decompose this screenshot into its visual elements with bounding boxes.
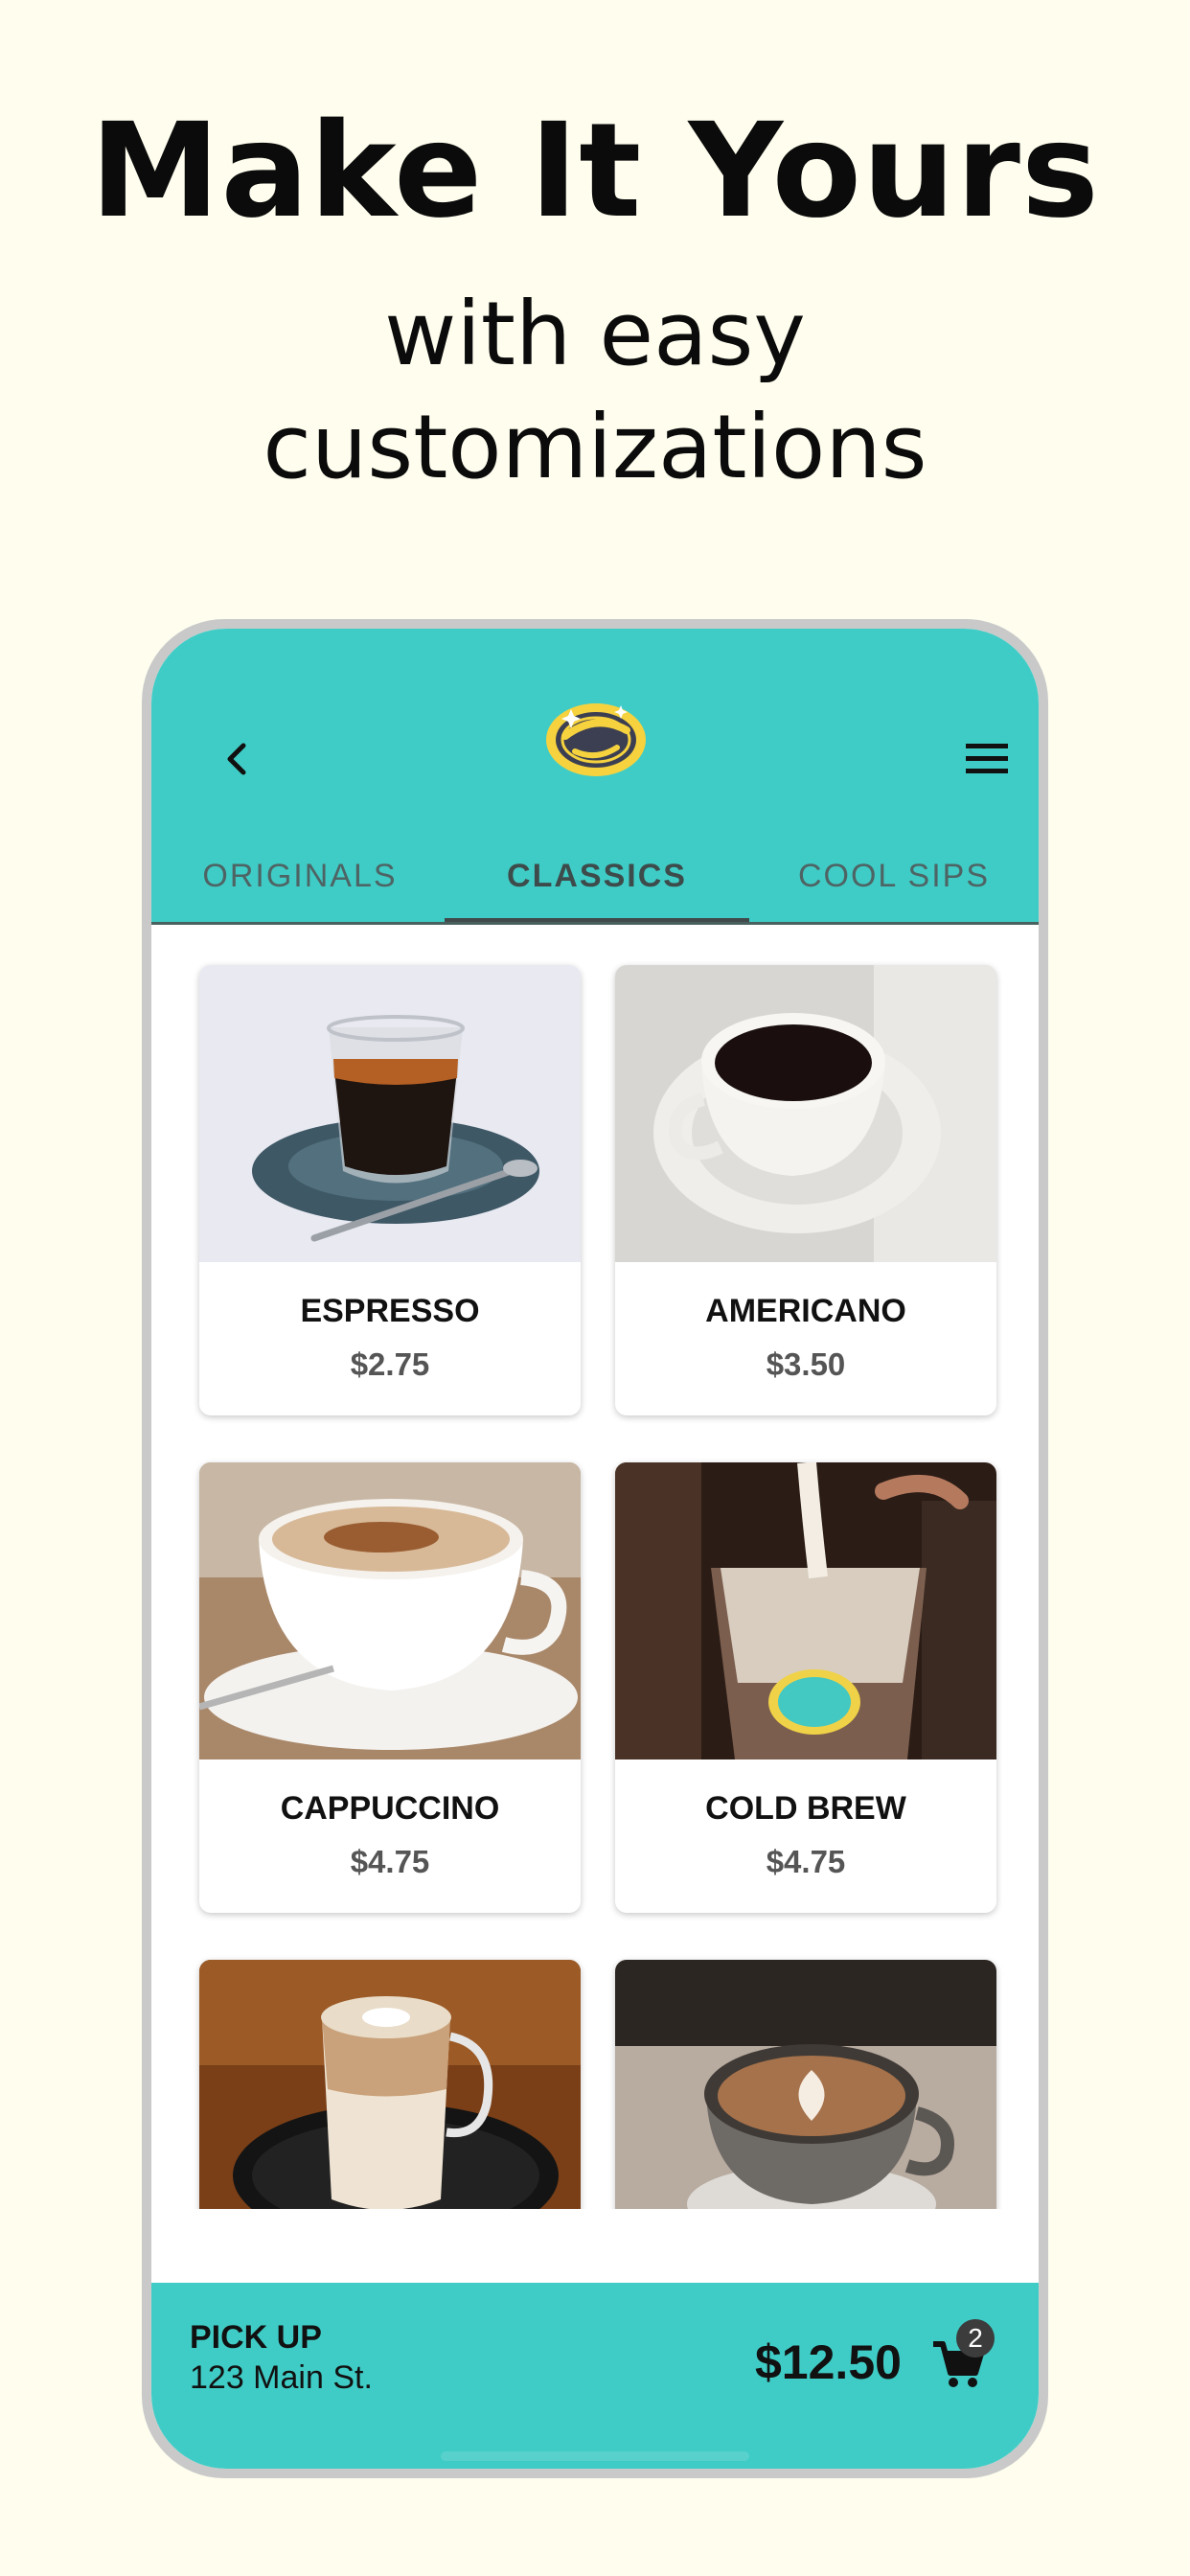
product-name: CAPPUCCINO <box>280 1790 500 1827</box>
app-header: ORIGINALS CLASSICS COOL SIPS <box>151 629 1039 924</box>
product-price: $4.75 <box>350 1844 430 1879</box>
marketing-subline-line-1: with easy <box>384 283 806 385</box>
back-chevron-icon[interactable] <box>215 736 261 782</box>
product-card-flat-white[interactable] <box>615 1960 996 2209</box>
marketing-headline: Make It Yours <box>90 96 1100 247</box>
product-card-americano[interactable]: AMERICANO $3.50 <box>615 965 996 1415</box>
product-name: COLD BREW <box>705 1790 906 1827</box>
app-screen: ORIGINALS CLASSICS COOL SIPS ESPRESSO $2… <box>151 629 1039 2469</box>
cart-count-badge: 2 <box>956 2319 995 2358</box>
order-total: $12.50 <box>755 2335 902 2389</box>
americano-image <box>615 965 996 1262</box>
cold-brew-image <box>615 1462 996 1760</box>
tab-classics[interactable]: CLASSICS <box>448 851 745 920</box>
tab-cool-sips[interactable]: COOL SIPS <box>745 851 1039 920</box>
pickup-label: PICK UP <box>190 2319 322 2356</box>
phone-frame: ORIGINALS CLASSICS COOL SIPS ESPRESSO $2… <box>142 619 1048 2478</box>
espresso-image <box>199 965 581 1262</box>
home-indicator[interactable] <box>441 2451 749 2461</box>
product-name: ESPRESSO <box>300 1293 480 1329</box>
product-card-latte[interactable] <box>199 1960 581 2209</box>
order-summary-bar[interactable]: PICK UP 123 Main St. $12.50 2 <box>151 2283 1039 2469</box>
product-price: $4.75 <box>766 1844 846 1879</box>
hamburger-menu-icon[interactable] <box>962 738 1012 780</box>
category-tabs: ORIGINALS CLASSICS COOL SIPS <box>151 851 1039 920</box>
pickup-address: 123 Main St. <box>190 2359 373 2396</box>
product-card-cappuccino[interactable]: CAPPUCCINO $4.75 <box>199 1462 581 1913</box>
product-card-cold-brew[interactable]: COLD BREW $4.75 <box>615 1462 996 1913</box>
product-card-espresso[interactable]: ESPRESSO $2.75 <box>199 965 581 1415</box>
product-grid: ESPRESSO $2.75 AMERICANO $3.50 CAPPUCCIN… <box>151 925 1039 2209</box>
latte-image <box>199 1960 581 2209</box>
cappuccino-image <box>199 1462 581 1760</box>
product-name: AMERICANO <box>705 1293 906 1329</box>
tab-originals[interactable]: ORIGINALS <box>151 851 448 920</box>
product-price: $3.50 <box>766 1346 846 1382</box>
product-price: $2.75 <box>350 1346 430 1382</box>
marketing-subline-line-2: customizations <box>263 396 927 498</box>
cool-beans-logo <box>546 703 646 776</box>
marketing-subline: with easy customizations <box>0 278 1190 504</box>
flat-white-image <box>615 1960 996 2209</box>
